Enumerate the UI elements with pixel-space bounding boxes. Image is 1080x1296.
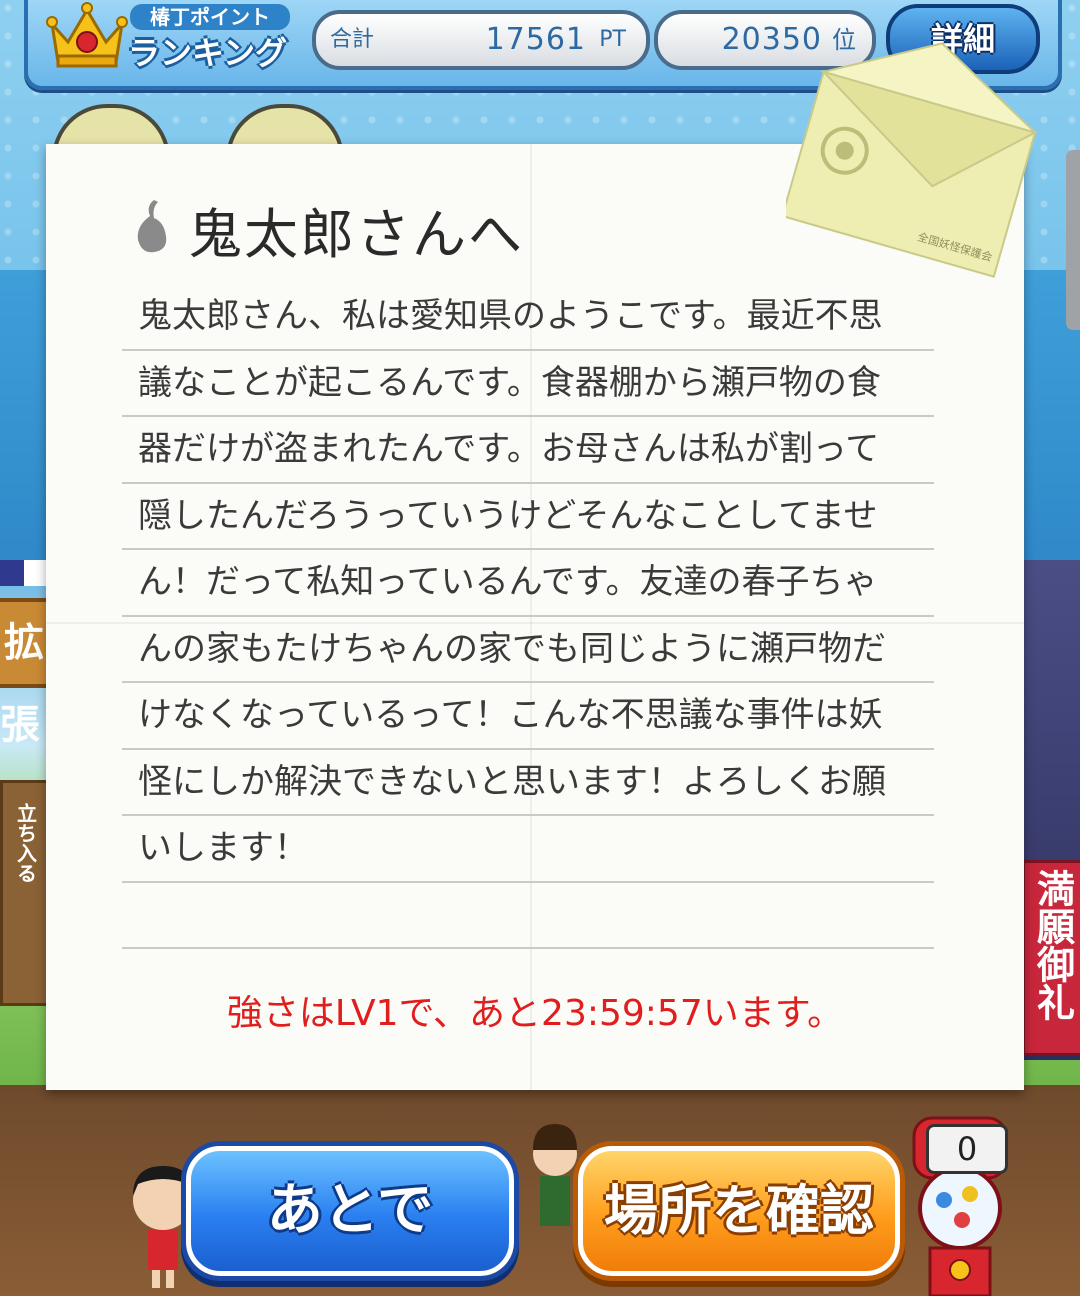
letter-line: 器だけが盗まれたんです。お母さんは私が割って bbox=[122, 417, 934, 484]
letter-line: 怪にしか解決できないと思います！よろしくお願 bbox=[122, 750, 934, 816]
total-unit: PT bbox=[599, 27, 626, 52]
confirm-location-button[interactable]: 場所を確認 bbox=[578, 1146, 900, 1276]
envelope-icon: 全国妖怪保護会 bbox=[786, 42, 1038, 278]
later-button[interactable]: あとで bbox=[186, 1146, 514, 1276]
total-points-display: 合計 17561 PT bbox=[312, 10, 650, 70]
crown-icon bbox=[46, 2, 128, 68]
letter-line: いします！ bbox=[122, 816, 934, 883]
gourd-icon bbox=[137, 200, 167, 253]
shop-banner-text: 満願御礼 bbox=[1030, 869, 1075, 1021]
letter-line: ん！だって私知っているんです。友達の春子ちゃ bbox=[122, 550, 934, 617]
letter-line: んの家もたけちゃんの家でも同じように瀬戸物だ bbox=[122, 617, 934, 683]
enemy-strength-text: 強さはLV1で、あと23:59:57います。 bbox=[226, 993, 844, 1034]
letter-line bbox=[122, 883, 934, 949]
total-value: 17561 bbox=[485, 22, 586, 57]
letter-line: 議なことが起こるんです。食器棚から瀬戸物の食 bbox=[122, 351, 934, 417]
ranking-subtitle: 椿丁ポイント bbox=[130, 4, 290, 30]
wooden-signpost: 立ち入る bbox=[0, 780, 52, 1006]
ranking-title: ランキング bbox=[128, 34, 288, 72]
shop-banner: 満願御礼 bbox=[1022, 860, 1080, 1056]
edge-handle[interactable] bbox=[1066, 150, 1080, 330]
total-label: 合計 bbox=[330, 27, 375, 52]
letter-line: けなくなっているって！こんな不思議な事件は妖 bbox=[122, 683, 934, 750]
gacha-count: 0 bbox=[926, 1124, 1008, 1174]
signpost-text: 立ち入る bbox=[13, 803, 38, 883]
letter-line: 隠したんだろうっていうけどそんなことしてませ bbox=[122, 484, 934, 550]
letter-greeting: 鬼太郎さんへ bbox=[188, 203, 524, 266]
letter-body: 鬼太郎さん、私は愛知県のようこです。最近不思 議なことが起こるんです。食器棚から… bbox=[122, 284, 934, 949]
